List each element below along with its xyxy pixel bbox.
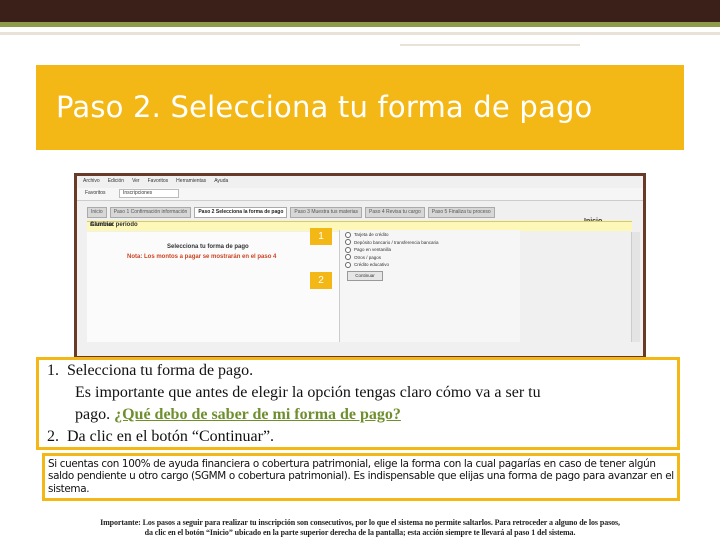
radio-icon[interactable] xyxy=(345,261,351,268)
step-marker-1: 1 xyxy=(310,228,332,245)
financial-aid-note: Si cuentas con 100% de ayuda financiera … xyxy=(42,453,680,501)
instruction-number: 2. xyxy=(47,428,59,445)
scrollbar[interactable] xyxy=(631,232,640,342)
tab-paso-5[interactable]: Paso 5 Finaliza tu proceso xyxy=(427,207,495,218)
payment-option[interactable]: Depósito bancario / transferencia bancar… xyxy=(345,239,439,247)
menu-item[interactable]: Favoritos xyxy=(148,178,169,188)
payment-faq-link[interactable]: ¿Qué debo de saber de mi forma de pago? xyxy=(114,406,401,423)
top-divider-line xyxy=(0,32,720,35)
radio-icon[interactable] xyxy=(345,239,351,246)
tab-paso-4[interactable]: Paso 4 Revisa tu cargo xyxy=(365,207,425,218)
slide-title: Paso 2. Selecciona tu forma de pago xyxy=(56,90,593,124)
note-body: Si cuentas con 100% de ayuda financiera … xyxy=(48,458,674,495)
top-accent-stripe xyxy=(0,22,720,27)
menu-item[interactable]: Herramientas xyxy=(176,178,206,188)
radio-icon[interactable] xyxy=(345,231,351,238)
top-decor-bar xyxy=(0,0,720,22)
payment-option-label: Pago en ventanilla xyxy=(354,247,392,253)
footer-line-2: da clic en el botón “Inicio” ubicado en … xyxy=(144,528,576,537)
tab-paso-2[interactable]: Paso 2 Selecciona la forma de pago xyxy=(194,207,288,218)
browser-tab[interactable]: Inscripciones xyxy=(119,189,179,198)
note-label: Nota: xyxy=(127,254,143,260)
payment-note: Nota: Los montos a pagar se mostrarán en… xyxy=(127,254,276,260)
payment-option[interactable]: Crédito educativo xyxy=(345,261,439,269)
screenshot-inset: Archivo Edición Ver Favoritos Herramient… xyxy=(74,173,646,359)
instruction-1-body: Es importante que antes de elegir la opc… xyxy=(75,384,541,401)
instruction-body-end: pago. xyxy=(75,406,111,423)
step-tabs: Inicio Paso 1 Confirmación información P… xyxy=(87,207,495,218)
payment-option[interactable]: Pago en ventanilla xyxy=(345,246,439,254)
continue-button[interactable]: Continuar xyxy=(347,271,383,281)
payment-option-label: Depósito bancario / transferencia bancar… xyxy=(354,239,439,245)
title-banner: Paso 2. Selecciona tu forma de pago xyxy=(36,65,684,150)
step-marker-2: 2 xyxy=(310,272,332,289)
tab-paso-1[interactable]: Paso 1 Confirmación información xyxy=(109,207,192,218)
instruction-title: Selecciona tu forma de pago. xyxy=(67,362,254,379)
menu-item[interactable]: Ayuda xyxy=(214,178,228,188)
select-payment-heading: Selecciona tu forma de pago xyxy=(167,244,249,250)
menu-item[interactable]: Archivo xyxy=(83,178,100,188)
instructions-box: 1. Selecciona tu forma de pago. Es impor… xyxy=(36,357,680,450)
payment-option[interactable]: Tarjeta de crédito xyxy=(345,231,439,239)
instruction-1-body-2: pago. ¿Qué debo de saber de mi forma de … xyxy=(75,406,401,424)
footer-note: Importante: Los pasos a seguir para real… xyxy=(30,518,690,538)
tab-paso-3[interactable]: Paso 3 Muestra tus materias xyxy=(290,207,363,218)
payment-option-label: Crédito educativo xyxy=(354,262,390,268)
instruction-1: 1. Selecciona tu forma de pago. xyxy=(47,362,253,380)
radio-icon[interactable] xyxy=(345,254,351,261)
instruction-2: 2. Da clic en el botón “Continuar”. xyxy=(47,428,274,446)
tab-inicio[interactable]: Inicio xyxy=(87,207,107,218)
footer-line-1: Importante: Los pasos a seguir para real… xyxy=(100,518,620,527)
favorites-bar: Favoritos Inscripciones xyxy=(77,188,643,201)
payment-option-label: Tarjeta de crédito xyxy=(354,232,389,238)
payment-option-label: Otros / pagos xyxy=(354,254,382,260)
browser-menubar: Archivo Edición Ver Favoritos Herramient… xyxy=(83,178,228,188)
menu-item[interactable]: Edición xyxy=(108,178,124,188)
menu-item[interactable]: Ver xyxy=(132,178,140,188)
payment-option[interactable]: Otros / pagos xyxy=(345,254,439,262)
top-divider-line-short xyxy=(400,44,580,46)
radio-icon[interactable] xyxy=(345,246,351,253)
instruction-text: Da clic en el botón “Continuar”. xyxy=(67,428,275,445)
note-text: Los montos a pagar se mostrarán en el pa… xyxy=(144,254,277,260)
favorites-button[interactable]: Favoritos xyxy=(85,190,106,196)
change-period-link[interactable]: Cambiar periodo xyxy=(90,222,138,228)
payment-options-list: Tarjeta de crédito Depósito bancario / t… xyxy=(345,231,439,269)
instruction-number: 1. xyxy=(47,362,59,379)
